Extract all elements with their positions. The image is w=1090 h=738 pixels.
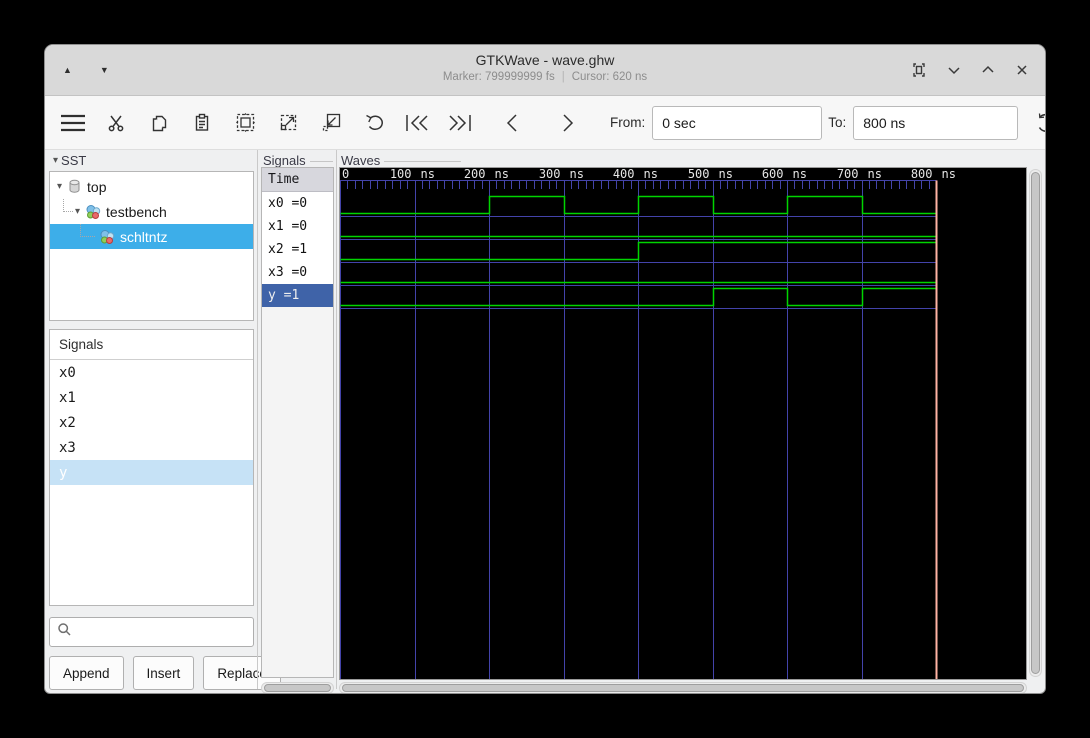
svg-text:ns: ns: [868, 168, 882, 181]
from-label: From:: [610, 115, 646, 130]
signal-list-item-x3[interactable]: x3: [50, 435, 253, 460]
to-label: To:: [828, 115, 847, 130]
waves-hscrollbar[interactable]: [339, 682, 1027, 693]
wave-list-hscrollbar[interactable]: [261, 682, 334, 693]
signals-panel-title: Signals: [50, 330, 253, 360]
sst-label: SST: [61, 153, 87, 168]
titlebar: ▲ ▼ GTKWave - wave.ghw Marker: 799999999…: [45, 45, 1045, 96]
wave-row-x2[interactable]: x2 =1: [262, 238, 333, 261]
waves-title-text: Waves: [341, 153, 381, 168]
wave-trace-x2: [340, 241, 937, 261]
svg-text:ns: ns: [421, 168, 435, 181]
append-button[interactable]: Append: [49, 656, 124, 690]
zoom-out-icon[interactable]: [316, 107, 346, 139]
module-cylinder-icon: [67, 179, 82, 194]
paste-icon[interactable]: [187, 107, 217, 139]
module-spheres-icon: [85, 204, 101, 220]
sst-expander-icon[interactable]: ▾: [53, 155, 58, 166]
svg-text:700: 700: [837, 168, 859, 181]
reload-icon[interactable]: [1031, 107, 1045, 139]
tree-guide: [63, 199, 73, 212]
svg-text:ns: ns: [793, 168, 807, 181]
close-button[interactable]: [1015, 63, 1029, 77]
tree-guide: [80, 224, 95, 237]
skip-to-start-icon[interactable]: [402, 107, 432, 139]
cut-icon[interactable]: [101, 107, 131, 139]
search-icon: [57, 622, 72, 642]
tree-item-label: schltntz: [120, 228, 168, 245]
fullscreen-button[interactable]: [911, 62, 927, 78]
svg-text:200: 200: [464, 168, 486, 181]
svg-text:ns: ns: [719, 168, 733, 181]
time-header[interactable]: Time: [262, 168, 333, 192]
gtkwave-window: ▲ ▼ GTKWave - wave.ghw Marker: 799999999…: [44, 44, 1046, 694]
from-input[interactable]: [652, 105, 823, 140]
to-input[interactable]: [853, 105, 1019, 140]
step-left-icon[interactable]: [497, 107, 527, 139]
module-spheres-icon: [99, 229, 115, 245]
window-status: Marker: 799999999 fs | Cursor: 620 ns: [45, 71, 1045, 83]
wave-row-x0[interactable]: x0 =0: [262, 192, 333, 215]
signal-list-item-x2[interactable]: x2: [50, 410, 253, 435]
svg-text:300: 300: [539, 168, 561, 181]
wave-canvas[interactable]: 0 100 ns 200 ns 300 ns 400 ns 500 ns 600 ns 700 ns 800 n…: [339, 167, 1027, 680]
tree-item-schltntz[interactable]: schltntz: [50, 224, 253, 249]
cursor-status: Cursor: 620 ns: [571, 71, 648, 83]
svg-text:400: 400: [613, 168, 635, 181]
svg-text:ns: ns: [942, 168, 956, 181]
maximize-button[interactable]: [981, 63, 995, 77]
marker-status: Marker: 799999999 fs: [442, 71, 555, 83]
toolbar: From: To:: [45, 96, 1045, 150]
insert-button[interactable]: Insert: [132, 656, 195, 690]
window-title: GTKWave - wave.ghw: [475, 52, 615, 68]
svg-text:ns: ns: [570, 168, 584, 181]
svg-text:0: 0: [342, 168, 349, 181]
tree-item-testbench[interactable]: ▾ testbench: [50, 199, 253, 224]
svg-text:600: 600: [762, 168, 784, 181]
svg-text:ns: ns: [644, 168, 658, 181]
svg-text:ns: ns: [495, 168, 509, 181]
svg-text:100: 100: [390, 168, 412, 181]
signal-list-item-x0[interactable]: x0: [50, 360, 253, 385]
wave-list-title: Signals: [263, 153, 333, 168]
waves-title: Waves: [341, 153, 461, 168]
zoom-fit-icon[interactable]: [230, 107, 260, 139]
minimize-button[interactable]: [947, 63, 961, 77]
signals-panel: Signals x0 x1 x2 x3 y: [49, 329, 254, 606]
undo-icon[interactable]: [359, 107, 389, 139]
skip-to-end-icon[interactable]: [445, 107, 475, 139]
sst-header[interactable]: ▾ SST: [53, 153, 253, 168]
menu-icon[interactable]: [58, 107, 88, 139]
sst-tree: ▾ top ▾ testbench schltntz: [49, 171, 254, 321]
waveform-svg: 0 100 ns 200 ns 300 ns 400 ns 500 ns 600 ns 700 ns 800 n…: [340, 168, 956, 679]
wave-row-x1[interactable]: x1 =0: [262, 215, 333, 238]
wave-trace-x0: [340, 195, 937, 215]
main-area: ▾ SST ▾ top ▾ testbench schltntz Signals…: [45, 150, 1045, 693]
tree-item-top[interactable]: ▾ top: [50, 174, 253, 199]
wave-list-title-text: Signals: [263, 153, 306, 168]
signal-search-input[interactable]: [49, 617, 254, 647]
copy-icon[interactable]: [144, 107, 174, 139]
wave-list: Time x0 =0 x1 =0 x2 =1 x3 =0 y =1: [261, 167, 334, 678]
pane-divider-left[interactable]: [257, 150, 258, 689]
signal-list-item-x1[interactable]: x1: [50, 385, 253, 410]
wave-row-y[interactable]: y =1: [262, 284, 333, 307]
pane-divider-right[interactable]: [336, 150, 337, 689]
tree-item-label: testbench: [106, 203, 167, 220]
step-right-icon[interactable]: [553, 107, 583, 139]
signal-list-item-y[interactable]: y: [50, 460, 253, 485]
expander-icon[interactable]: ▾: [75, 206, 80, 217]
status-separator: |: [561, 71, 565, 83]
tree-item-label: top: [87, 178, 107, 195]
expander-icon[interactable]: ▾: [57, 181, 62, 192]
svg-text:800: 800: [911, 168, 933, 181]
svg-text:500: 500: [688, 168, 710, 181]
waves-vscrollbar[interactable]: [1029, 169, 1042, 677]
wave-row-x3[interactable]: x3 =0: [262, 261, 333, 284]
zoom-in-icon[interactable]: [273, 107, 303, 139]
